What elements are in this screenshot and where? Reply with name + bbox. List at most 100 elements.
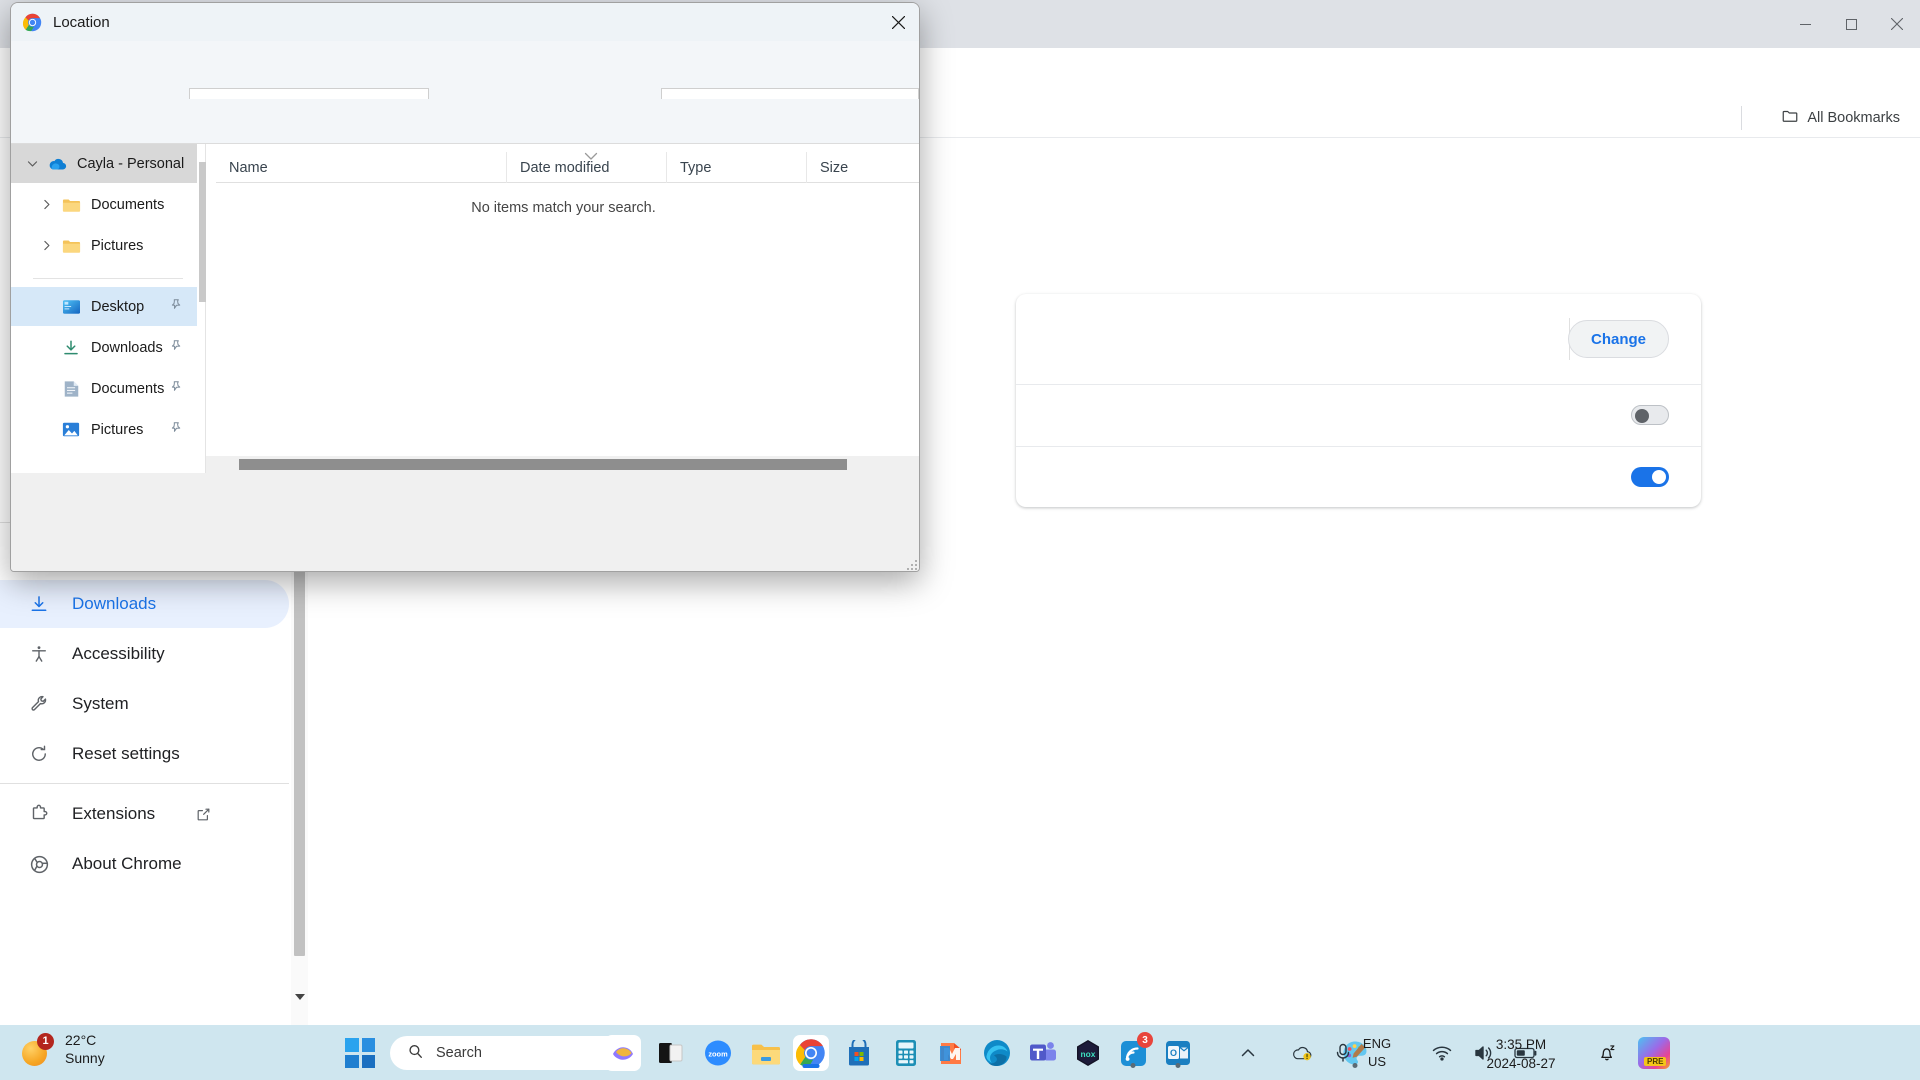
column-label: Type [680,159,712,176]
microsoft-edge-icon[interactable] [979,1035,1015,1071]
nox-player-icon[interactable]: nox [1070,1035,1106,1071]
scroll-down-arrow-icon[interactable] [293,990,306,1004]
taskbar-search-box[interactable]: Search [390,1036,630,1070]
svg-text:zoom: zoom [708,1050,728,1059]
sort-descending-icon [583,150,599,162]
chevron-right-icon[interactable] [35,235,57,257]
microsoft-store-icon[interactable] [841,1035,877,1071]
pin-icon[interactable] [169,339,183,357]
svg-text:nox: nox [1081,1049,1096,1059]
wifi-icon[interactable] [1430,1041,1454,1065]
weather-text: 22°C Sunny [65,1032,105,1067]
taskview-icon[interactable] [653,1035,689,1071]
tree-item-label: Pictures [91,237,144,254]
sidebar-item-about-chrome[interactable]: About Chrome [0,840,289,888]
onedrive-icon [47,154,67,174]
show-downloads-toggle[interactable] [1631,467,1669,487]
tree-item-desktop[interactable]: Desktop [11,287,197,326]
zoom-icon[interactable]: zoom [700,1035,736,1071]
chevron-down-icon[interactable] [21,153,43,175]
active-app-indicator [802,1064,820,1068]
dialog-command-bar: Organize ▾ New folder ▾ ? [11,99,919,228]
download-icon [28,593,50,615]
copilot-icon[interactable]: PRE [1638,1037,1670,1069]
minimize-icon[interactable] [1782,0,1828,48]
language-line-1: ENG [1362,1036,1392,1051]
change-button[interactable]: Change [1567,320,1669,358]
wrench-icon [28,693,50,715]
tree-item-label: Documents [91,196,165,213]
sidebar-label: About Chrome [72,854,182,873]
chevron-up-icon[interactable] [1236,1041,1260,1065]
onenote-icon[interactable] [933,1035,969,1071]
extension-icon [28,803,50,825]
tree-item-downloads[interactable]: Downloads [11,328,197,367]
feedback-hub-icon[interactable]: 3 [1115,1032,1153,1071]
folder-icon [61,236,81,256]
tree-item-pictures-onedrive[interactable]: Pictures [11,226,197,265]
close-icon[interactable] [1874,0,1920,48]
weather-widget[interactable]: 1 22°C Sunny [20,1032,105,1067]
sidebar-label: Reset settings [72,744,180,763]
onedrive-warning-icon[interactable] [1290,1041,1314,1065]
taskbar-search-placeholder: Search [436,1045,482,1061]
pin-icon[interactable] [169,421,183,439]
tree-item-pictures[interactable]: Pictures [11,410,197,449]
dialog-footer: Folder: Select Folder Cancel [11,473,919,571]
sidebar-item-accessibility[interactable]: Accessibility [0,630,289,678]
ask-where-to-save-row [1016,384,1701,446]
all-bookmarks-label: All Bookmarks [1807,110,1900,126]
open-in-new-icon [195,806,212,823]
column-header-name[interactable]: Name [216,152,506,183]
resize-grip[interactable] [906,558,918,570]
sidebar-label: Downloads [72,594,157,613]
notification-badge: 1 [37,1032,54,1050]
chrome-icon [22,13,42,32]
restore-icon [28,743,50,765]
tree-item-documents[interactable]: Documents [11,369,197,408]
file-list-hscrollbar-thumb[interactable] [239,459,847,470]
column-header-type[interactable]: Type [666,152,806,183]
tree-item-documents-onedrive[interactable]: Documents [11,185,197,224]
sidebar-item-extensions[interactable]: Extensions [0,790,289,838]
sidebar-divider-2 [0,783,289,784]
tree-item-cayla-personal[interactable]: Cayla - Personal [11,144,197,183]
pin-icon[interactable] [169,298,183,316]
sidebar-item-reset-settings[interactable]: Reset settings [0,730,289,778]
clock[interactable]: 3:35 PM 2024-08-27 [1462,1035,1580,1073]
calculator-icon[interactable] [888,1035,924,1071]
pin-icon[interactable] [169,380,183,398]
running-app-indicator [1175,1063,1181,1068]
microphone-icon[interactable] [1331,1041,1355,1065]
start-button[interactable] [345,1038,375,1068]
show-desktop-button[interactable] [1912,1025,1920,1080]
tree-item-label: Pictures [91,421,144,438]
copilot-widget-icon[interactable] [605,1035,641,1071]
sidebar-item-downloads[interactable]: Downloads [0,580,289,628]
bookmarks-divider [1741,106,1742,130]
chevron-right-icon[interactable] [35,194,57,216]
file-explorer-icon[interactable] [748,1035,784,1071]
downloads-settings-card: Change [1016,294,1701,507]
clock-time: 3:35 PM [1495,1037,1547,1052]
maximize-icon[interactable] [1828,0,1874,48]
outlook-icon[interactable]: O [1160,1035,1196,1071]
google-chrome-icon[interactable] [793,1035,829,1071]
dialog-title: Location [53,13,110,31]
close-icon[interactable] [875,3,919,41]
column-header-size[interactable]: Size [806,152,919,183]
microsoft-teams-icon[interactable] [1025,1035,1061,1071]
ask-where-to-save-toggle[interactable] [1631,405,1669,425]
sidebar-item-system[interactable]: System [0,680,289,728]
show-downloads-row [1016,446,1701,507]
windows-taskbar: 1 22°C Sunny Search zoom nox 3 O ENG US … [0,1025,1920,1080]
sunny-weather-icon: 1 [20,1032,54,1067]
language-indicator[interactable]: ENG US [1354,1035,1400,1071]
all-bookmarks-button[interactable]: All Bookmarks [1771,102,1910,134]
tree-divider [33,278,183,279]
documents-icon [61,379,81,399]
dialog-content: Cayla - Personal Documents Pictures Desk… [11,143,919,474]
bell-snooze-icon[interactable] [1594,1040,1620,1066]
desktop-icon [61,297,81,317]
